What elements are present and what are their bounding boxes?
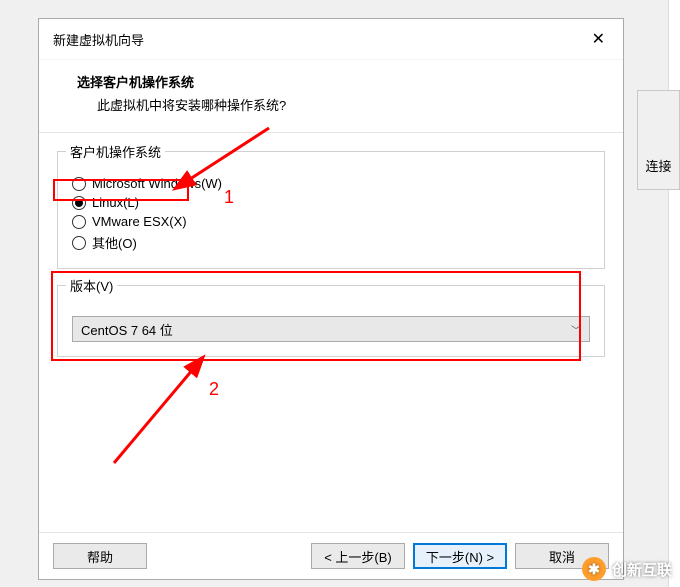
header-title: 选择客户机操作系统 <box>77 72 595 91</box>
close-icon[interactable]: ✕ <box>584 27 613 51</box>
watermark: ✱ 创新互联 <box>582 557 672 581</box>
chevron-down-icon: ﹀ <box>571 322 581 337</box>
radio-icon <box>72 196 86 210</box>
titlebar: 新建虚拟机向导 ✕ <box>39 19 623 60</box>
button-label: 取消 <box>549 547 575 566</box>
radio-label: 其他(O) <box>92 233 137 252</box>
version-select[interactable]: CentOS 7 64 位 ﹀ <box>72 316 590 342</box>
watermark-text: 创新互联 <box>612 559 672 580</box>
version-selected-value: CentOS 7 64 位 <box>81 320 173 339</box>
radio-icon <box>72 236 86 250</box>
dialog-footer: 帮助 < 上一步(B) 下一步(N) > 取消 <box>39 532 623 579</box>
dialog-title: 新建虚拟机向导 <box>53 30 144 49</box>
header-block: 选择客户机操作系统 此虚拟机中将安装哪种操作系统? <box>39 60 623 133</box>
back-button[interactable]: < 上一步(B) <box>311 543 405 569</box>
radio-label: VMware ESX(X) <box>92 214 187 229</box>
radio-vmware-esx[interactable]: VMware ESX(X) <box>72 212 590 231</box>
radio-icon <box>72 177 86 191</box>
radio-windows[interactable]: Microsoft Windows(W) <box>72 174 590 193</box>
version-group: 版本(V) CentOS 7 64 位 ﹀ <box>57 285 605 357</box>
side-panel-label: 连接 <box>645 156 671 175</box>
os-group-legend: 客户机操作系统 <box>66 142 165 161</box>
dialog-body: 客户机操作系统 Microsoft Windows(W) Linux(L) VM… <box>39 133 623 532</box>
side-panel: 连接 <box>637 90 680 190</box>
version-group-legend: 版本(V) <box>66 276 117 295</box>
os-group: 客户机操作系统 Microsoft Windows(W) Linux(L) VM… <box>57 151 605 269</box>
header-subtitle: 此虚拟机中将安装哪种操作系统? <box>77 95 595 114</box>
watermark-logo-icon: ✱ <box>582 557 606 581</box>
help-button[interactable]: 帮助 <box>53 543 147 569</box>
next-button[interactable]: 下一步(N) > <box>413 543 507 569</box>
radio-label: Linux(L) <box>92 195 139 210</box>
annotation-num-2: 2 <box>209 379 219 400</box>
outer-edge <box>668 0 680 587</box>
button-label: 下一步(N) > <box>426 547 494 566</box>
radio-linux[interactable]: Linux(L) <box>72 193 590 212</box>
radio-other[interactable]: 其他(O) <box>72 231 590 254</box>
annotation-arrow-2 <box>99 353 219 473</box>
radio-icon <box>72 215 86 229</box>
button-label: < 上一步(B) <box>324 547 392 566</box>
radio-label: Microsoft Windows(W) <box>92 176 222 191</box>
wizard-dialog: 新建虚拟机向导 ✕ 选择客户机操作系统 此虚拟机中将安装哪种操作系统? 客户机操… <box>38 18 624 580</box>
button-label: 帮助 <box>87 547 113 566</box>
